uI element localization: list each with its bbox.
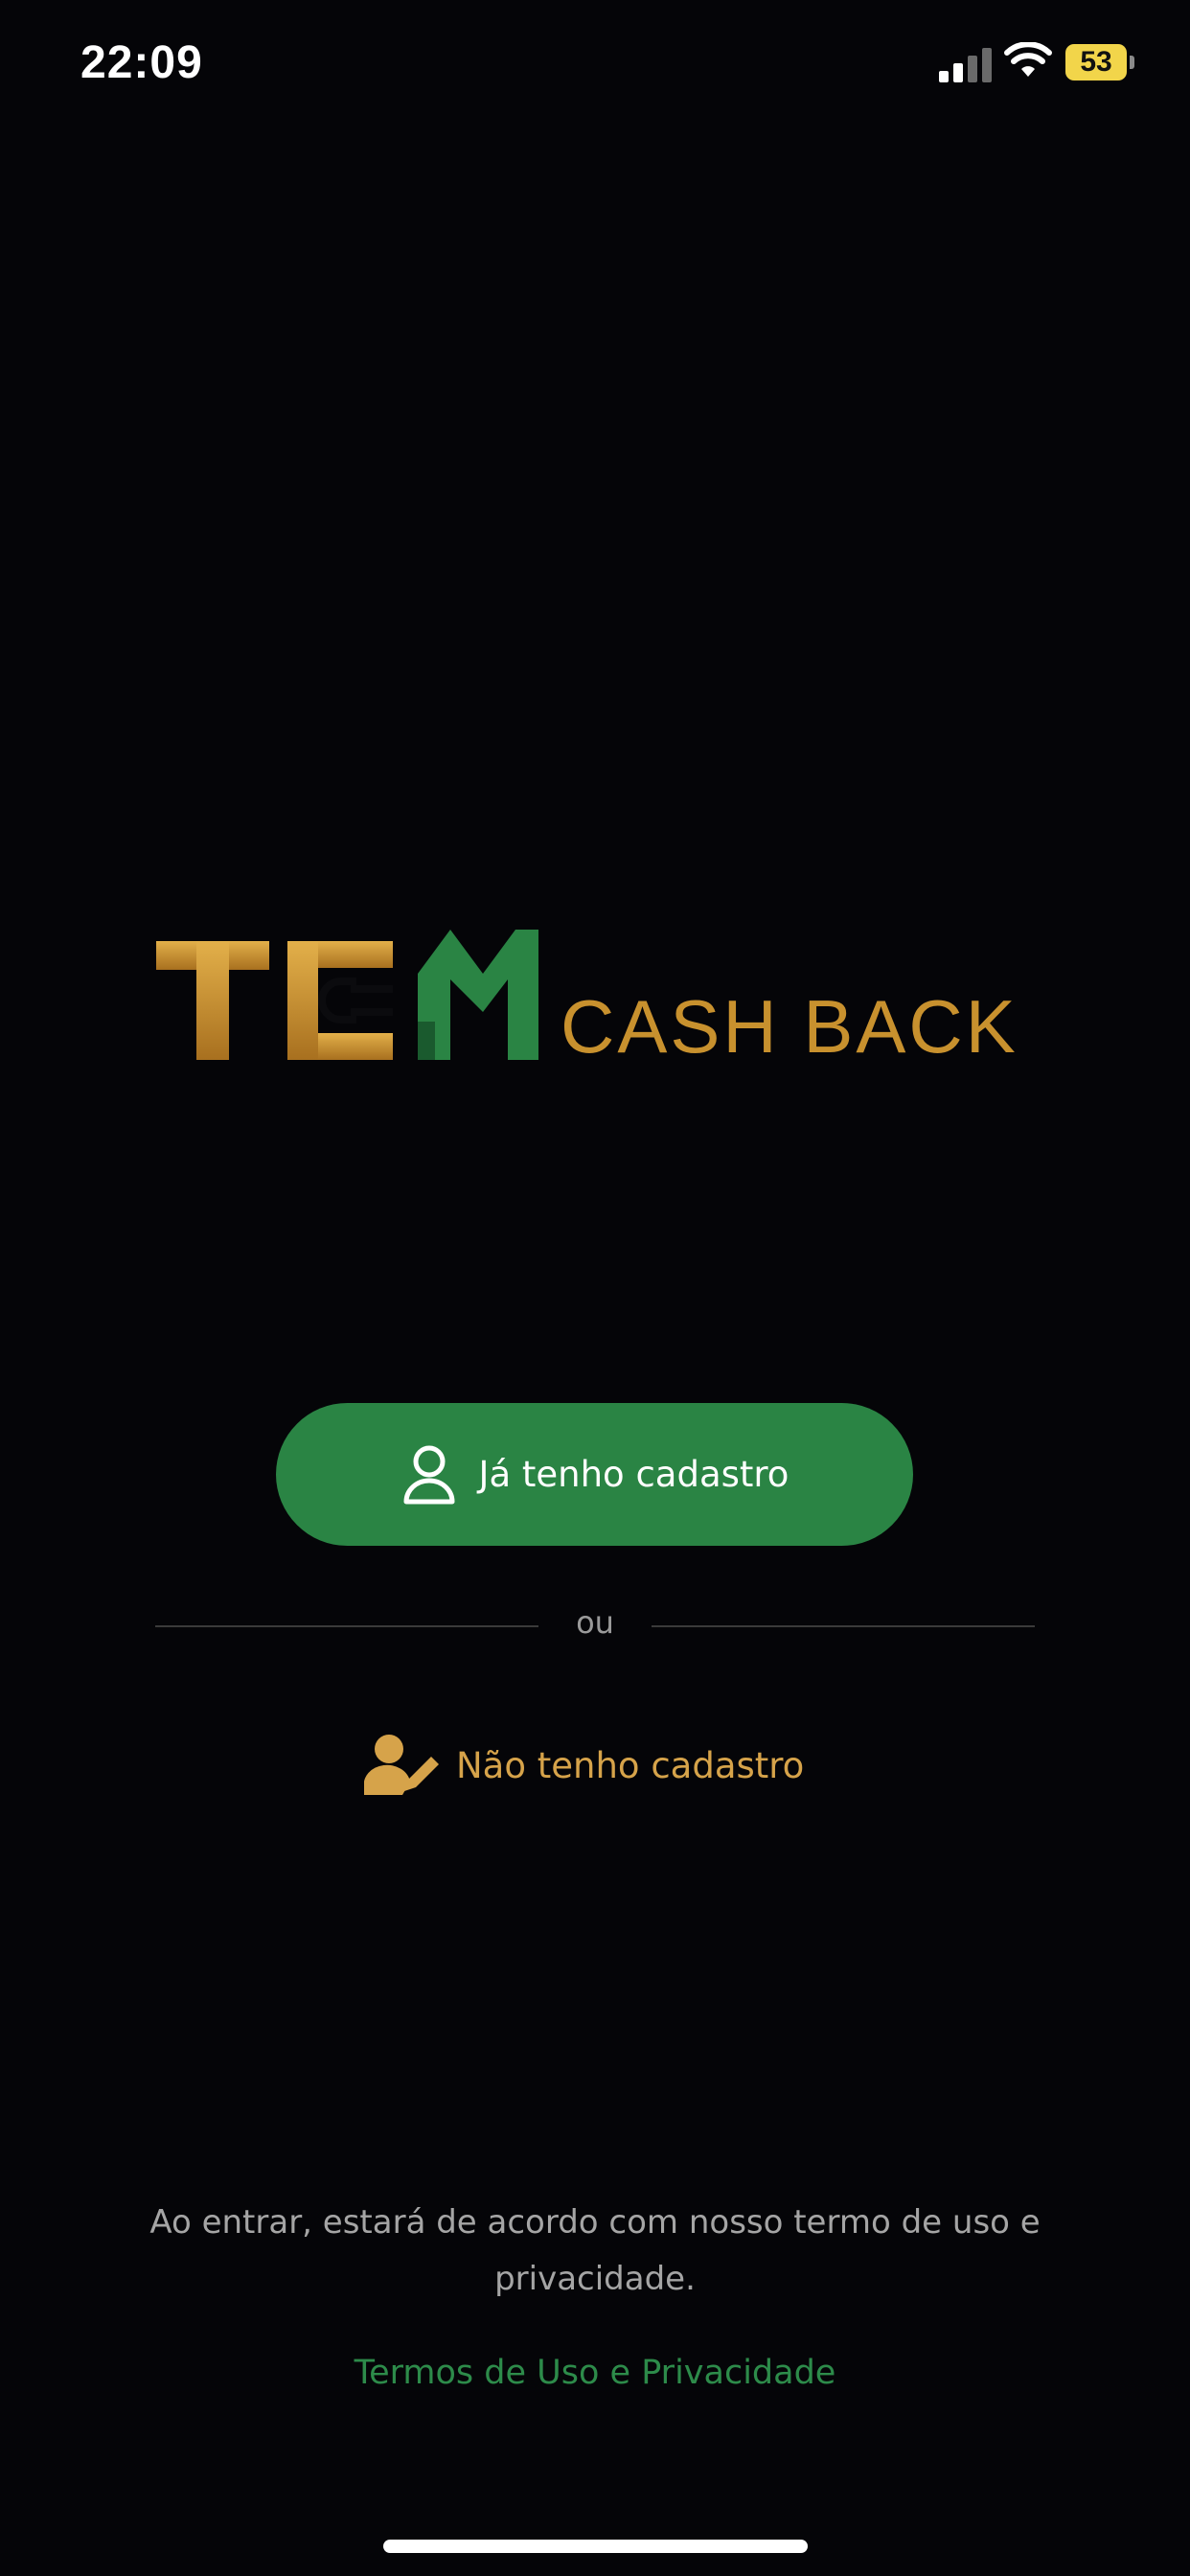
home-indicator[interactable]: [383, 2540, 808, 2553]
terms-link[interactable]: Termos de Uso e Privacidade: [192, 2354, 998, 2392]
logo-letter-e: [287, 941, 393, 1060]
signup-button-label: Não tenho cadastro: [456, 1744, 805, 1786]
battery-tip: [1130, 56, 1134, 69]
login-button[interactable]: Já tenho cadastro: [276, 1403, 913, 1546]
legal-notice: Ao entrar, estará de acordo com nosso te…: [149, 2203, 1041, 2298]
user-icon: [403, 1445, 455, 1504]
logo-letter-m: [418, 930, 538, 1060]
logo-wordmark: CASH BACK: [561, 984, 1018, 1064]
divider-label: ou: [576, 1604, 614, 1641]
battery-icon: 53: [1065, 44, 1134, 80]
signup-button[interactable]: Não tenho cadastro: [364, 1727, 843, 1804]
logo-letter-t: [156, 941, 269, 1060]
login-button-label: Já tenho cadastro: [478, 1454, 790, 1495]
wifi-icon: [1004, 42, 1052, 77]
status-bar: 22:09 53: [0, 0, 1190, 129]
user-edit-icon: [364, 1735, 439, 1795]
divider-line-left: [155, 1625, 538, 1627]
divider-line-right: [652, 1625, 1035, 1627]
battery-level: 53: [1080, 46, 1112, 78]
status-time: 22:09: [80, 37, 203, 88]
signal-icon: [939, 48, 992, 82]
brand-logo: CASH BACK: [153, 930, 1044, 1064]
